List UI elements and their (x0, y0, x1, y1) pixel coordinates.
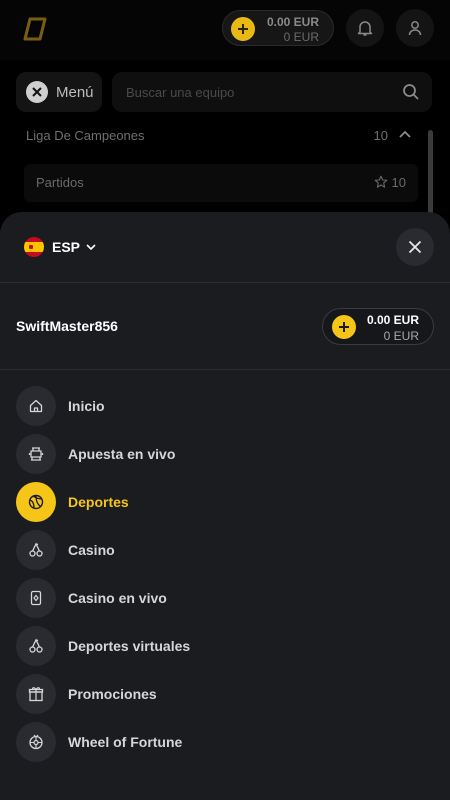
league-row[interactable]: Liga De Campeones 10 (16, 118, 422, 154)
nav-label: Casino (68, 542, 115, 558)
nav-label: Deportes (68, 494, 129, 510)
sub-league-name: Partidos (36, 175, 84, 190)
logo-icon[interactable] (22, 16, 48, 42)
close-icon (26, 81, 48, 103)
nav-item-casino-en-vivo[interactable]: Casino en vivo (16, 578, 434, 618)
close-icon (408, 240, 422, 254)
plus-icon[interactable] (231, 17, 255, 41)
close-drawer-button[interactable] (396, 228, 434, 266)
nav-label: Wheel of Fortune (68, 734, 183, 750)
header-balance[interactable]: 0.00 EUR 0 EUR (222, 10, 334, 46)
nav-label: Inicio (68, 398, 105, 414)
user-balance-main: 0.00 EUR (366, 313, 419, 327)
sub-league-count: 10 (391, 175, 406, 190)
menu-button[interactable]: Menú (16, 72, 102, 112)
notifications-button[interactable] (346, 9, 384, 47)
nav-item-inicio[interactable]: Inicio (16, 386, 434, 426)
profile-button[interactable] (396, 9, 434, 47)
nav-label: Casino en vivo (68, 590, 167, 606)
header-balance-sub: 0 EUR (283, 30, 319, 44)
language-code: ESP (52, 239, 81, 255)
nav-item-casino[interactable]: Casino (16, 530, 434, 570)
nav-label: Apuesta en vivo (68, 446, 176, 462)
sub-league-row[interactable]: Partidos 10 (24, 164, 418, 202)
header-balance-main: 0.00 EUR (266, 15, 319, 29)
cherries-icon (16, 626, 56, 666)
nav-item-apuesta-en-vivo[interactable]: Apuesta en vivo (16, 434, 434, 474)
scrollbar[interactable] (428, 130, 433, 220)
username: SwiftMaster856 (16, 318, 118, 334)
nav-item-wheel-of-fortune[interactable]: Wheel of Fortune (16, 722, 434, 762)
nav-label: Promociones (68, 686, 157, 702)
user-balance[interactable]: 0.00 EUR 0 EUR (322, 308, 434, 345)
search-icon[interactable] (402, 83, 420, 101)
star-icon[interactable] (374, 175, 388, 189)
divider (0, 369, 450, 370)
live-bet-icon (16, 434, 56, 474)
search-placeholder: Buscar una equipo (126, 85, 235, 100)
language-selector[interactable]: ESP (24, 236, 97, 258)
home-icon (16, 386, 56, 426)
basketball-icon (16, 482, 56, 522)
main-nav: Inicio Apuesta en vivo Deportes Casino C… (16, 386, 434, 770)
menu-label: Menú (56, 83, 94, 101)
menu-drawer: ESP SwiftMaster856 0.00 EUR 0 EUR Inicio (0, 212, 450, 800)
plus-icon[interactable] (332, 315, 356, 339)
card-icon (16, 578, 56, 618)
user-balance-sub: 0 EUR (383, 329, 419, 343)
nav-item-deportes[interactable]: Deportes (16, 482, 434, 522)
bell-icon (357, 21, 373, 36)
nav-item-deportes-virtuales[interactable]: Deportes virtuales (16, 626, 434, 666)
cherries-icon (16, 530, 56, 570)
user-icon (408, 21, 422, 36)
divider (0, 282, 450, 283)
nav-label: Deportes virtuales (68, 638, 191, 654)
gift-icon (16, 674, 56, 714)
wheel-icon (16, 722, 56, 762)
spain-flag-icon (24, 237, 44, 257)
nav-item-promociones[interactable]: Promociones (16, 674, 434, 714)
league-count: 10 (373, 128, 388, 143)
chevron-down-icon (86, 244, 96, 251)
league-name: Liga De Campeones (26, 128, 145, 143)
search-input[interactable]: Buscar una equipo (112, 72, 432, 112)
chevron-up-icon[interactable] (398, 128, 412, 142)
top-bar: 0.00 EUR 0 EUR (0, 0, 450, 60)
